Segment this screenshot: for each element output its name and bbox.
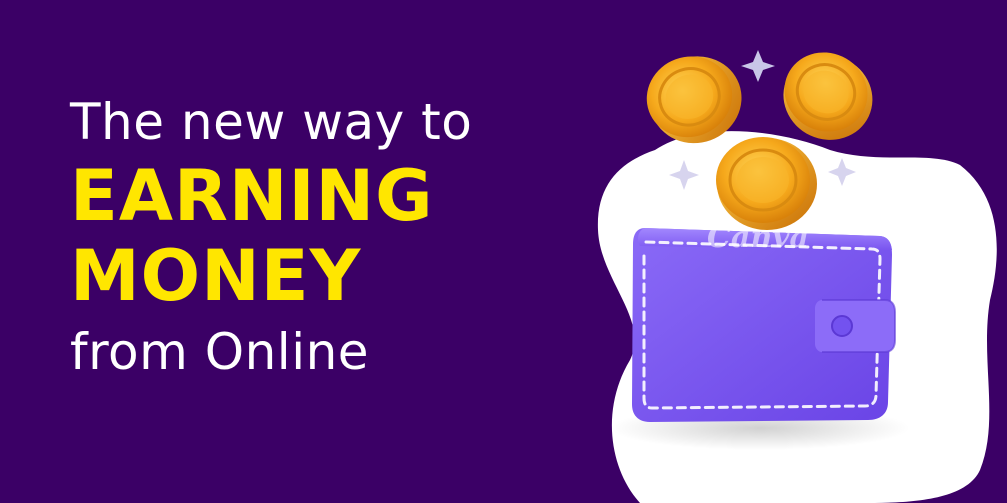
headline-line-4: from Online [70, 323, 370, 381]
headline-line-2: EARNING [70, 155, 434, 237]
headline-line-3: MONEY [70, 235, 362, 317]
headline-line-1: The new way to [70, 93, 473, 151]
wallet-icon [632, 228, 896, 422]
sparkle-icon [741, 50, 775, 82]
promo-banner: The new way to EARNING MONEY from Online [0, 0, 1007, 503]
illustration-canvas: Canva [597, 50, 997, 503]
headline: The new way to EARNING MONEY from Online [70, 94, 590, 380]
wallet-illustration: Canva [560, 0, 1007, 503]
